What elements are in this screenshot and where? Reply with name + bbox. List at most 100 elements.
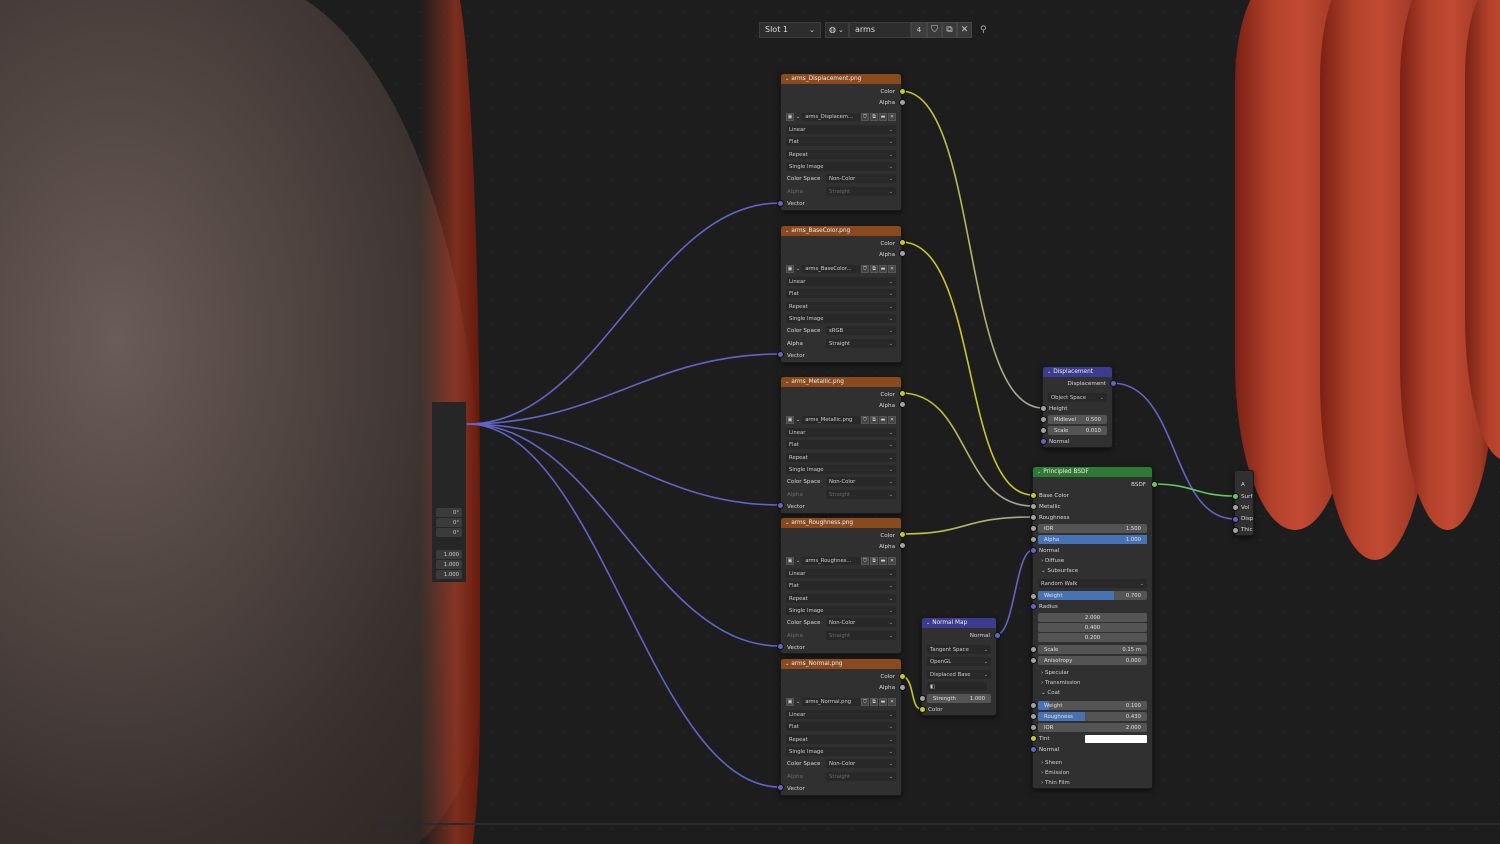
socket-alpha-in[interactable] [1030, 536, 1037, 543]
folder-icon[interactable]: ▬ [879, 697, 888, 706]
socket-midlevel[interactable] [1040, 416, 1047, 423]
color-space-dropdown[interactable]: Non-Color ⌄ [826, 477, 896, 486]
fake-user-shield-icon[interactable]: ⛉ [861, 264, 870, 273]
space-dropdown[interactable]: Tangent Space ⌄ [927, 645, 991, 654]
duplicate-icon[interactable]: ⧉ [870, 112, 879, 121]
image-texture-node[interactable]: ⌄ arms_Displacement.png Color Alpha ▣ ⌄ a… [780, 73, 902, 211]
interpolation-dropdown[interactable]: Linear ⌄ [786, 428, 896, 437]
socket-normal-in[interactable] [1030, 547, 1037, 554]
folder-icon[interactable]: ▬ [879, 556, 888, 565]
close-icon[interactable]: ✕ [888, 264, 896, 273]
socket-color[interactable] [899, 88, 906, 95]
alpha-mode-dropdown[interactable]: Straight ⌄ [826, 339, 896, 348]
image-selector[interactable]: ▣ ⌄ arms_BaseColor... ⛉ ⧉ ▬ ✕ [786, 264, 896, 273]
projection-dropdown[interactable]: Flat ⌄ [786, 440, 896, 449]
fake-user-shield-icon[interactable]: ⛉ [861, 556, 870, 565]
socket-alpha[interactable] [899, 250, 906, 257]
socket-subsurface-scale[interactable] [1030, 646, 1037, 653]
image-selector[interactable]: ▣ ⌄ arms_Displacem... ⛉ ⧉ ▬ ✕ [786, 112, 896, 121]
socket-ior[interactable] [1030, 525, 1037, 532]
socket-vector[interactable] [777, 502, 784, 509]
close-icon[interactable]: ✕ [888, 415, 896, 424]
fake-user-shield-icon[interactable]: ⛉ [861, 697, 870, 706]
folder-icon[interactable]: ▬ [879, 112, 888, 121]
socket-metallic[interactable] [1030, 503, 1037, 510]
alpha-mode-dropdown[interactable]: Straight ⌄ [826, 631, 896, 640]
thin-film-panel-toggle[interactable]: › Thin Film [1033, 778, 1152, 788]
radius-z-field[interactable]: 0.200 [1038, 633, 1147, 642]
socket-alpha[interactable] [899, 684, 906, 691]
color-space-dropdown[interactable]: Non-Color ⌄ [826, 759, 896, 768]
close-icon[interactable]: ✕ [888, 112, 896, 121]
coat-panel-toggle[interactable]: ⌄ Coat [1033, 688, 1152, 698]
duplicate-icon[interactable]: ⧉ [942, 21, 957, 38]
socket-vector[interactable] [777, 200, 784, 207]
source-dropdown[interactable]: Single Image ⌄ [786, 606, 896, 615]
socket-height[interactable] [1040, 405, 1047, 412]
ior-field[interactable]: IOR 1.500 [1038, 524, 1147, 533]
interpolation-dropdown[interactable]: Linear ⌄ [786, 569, 896, 578]
transmission-panel-toggle[interactable]: › Transmission [1033, 678, 1152, 688]
interpolation-dropdown[interactable]: Linear ⌄ [786, 125, 896, 134]
node-editor-canvas[interactable]: 0° 0° 0° 1.000 1.000 1.000 Slot 1 ⌄ ◍ ⌄ … [0, 0, 1500, 844]
interpolation-dropdown[interactable]: Linear ⌄ [786, 710, 896, 719]
socket-normal[interactable] [1040, 438, 1047, 445]
projection-dropdown[interactable]: Flat ⌄ [786, 289, 896, 298]
image-selector[interactable]: ▣ ⌄ arms_Metallic.png ⛉ ⧉ ▬ ✕ [786, 415, 896, 424]
subsurface-method-dropdown[interactable]: Random Walk ⌄ [1038, 579, 1147, 588]
radius-y-field[interactable]: 0.400 [1038, 623, 1147, 632]
socket-base-color[interactable] [1030, 492, 1037, 499]
subsurface-weight-field[interactable]: Weight 0.700 [1038, 591, 1147, 600]
convention-dropdown[interactable]: OpenGL ⌄ [927, 657, 991, 666]
duplicate-icon[interactable]: ⧉ [870, 697, 879, 706]
node-header[interactable]: ⌄ arms_Normal.png [781, 659, 901, 669]
coat-weight-field[interactable]: Weight 0.100 [1038, 701, 1147, 710]
radius-x-field[interactable]: 2.000 [1038, 613, 1147, 622]
anisotropy-field[interactable]: Anisotropy 0.000 [1038, 656, 1147, 665]
socket-normal-out[interactable] [994, 632, 1001, 639]
socket-alpha[interactable] [899, 401, 906, 408]
diffuse-panel-toggle[interactable]: › Diffuse [1033, 556, 1152, 566]
material-output-node[interactable]: A Surf Vol Disp Thic [1234, 470, 1254, 536]
socket-thickness-in[interactable] [1232, 527, 1239, 534]
socket-color[interactable] [899, 390, 906, 397]
principled-bsdf-node[interactable]: ⌄ Principled BSDF BSDF Base Color Metalli… [1032, 466, 1153, 789]
socket-scale[interactable] [1040, 427, 1047, 434]
socket-color[interactable] [899, 531, 906, 538]
coat-ior-field[interactable]: IOR 2.000 [1038, 723, 1147, 732]
image-texture-node[interactable]: ⌄ arms_BaseColor.png Color Alpha ▣ ⌄ arms… [780, 225, 902, 363]
socket-anisotropy[interactable] [1030, 657, 1037, 664]
fake-user-shield-icon[interactable]: ⛉ [861, 112, 870, 121]
extension-dropdown[interactable]: Repeat ⌄ [786, 302, 896, 311]
node-header[interactable]: ⌄ arms_BaseColor.png [781, 226, 901, 236]
extension-dropdown[interactable]: Repeat ⌄ [786, 453, 896, 462]
close-icon[interactable]: ✕ [888, 697, 896, 706]
base-dropdown[interactable]: Displaced Base ⌄ [927, 670, 991, 679]
color-space-dropdown[interactable]: sRGB ⌄ [826, 326, 896, 335]
space-dropdown[interactable]: Object Space ⌄ [1048, 393, 1107, 402]
user-count-button[interactable]: 4 [911, 21, 927, 38]
duplicate-icon[interactable]: ⧉ [870, 264, 879, 273]
socket-coat-roughness[interactable] [1030, 713, 1037, 720]
extension-dropdown[interactable]: Repeat ⌄ [786, 150, 896, 159]
node-header[interactable]: ⌄ Displacement [1043, 367, 1112, 377]
node-header[interactable]: ⌄ arms_Metallic.png [781, 377, 901, 387]
projection-dropdown[interactable]: Flat ⌄ [786, 137, 896, 146]
midlevel-field[interactable]: Midlevel 0.500 [1048, 415, 1107, 424]
node-header[interactable]: ⌄ arms_Roughness.png [781, 518, 901, 528]
socket-alpha[interactable] [899, 542, 906, 549]
alpha-mode-dropdown[interactable]: Straight ⌄ [826, 187, 896, 196]
alpha-mode-dropdown[interactable]: Straight ⌄ [826, 490, 896, 499]
extension-dropdown[interactable]: Repeat ⌄ [786, 735, 896, 744]
fake-user-shield-icon[interactable]: ⛉ [861, 415, 870, 424]
material-browse-button[interactable]: ◍ ⌄ [825, 21, 849, 38]
socket-volume-in[interactable] [1232, 504, 1239, 511]
source-dropdown[interactable]: Single Image ⌄ [786, 465, 896, 474]
coat-roughness-field[interactable]: Roughness 0.430 [1038, 712, 1147, 721]
slot-selector[interactable]: Slot 1 ⌄ [759, 21, 821, 38]
uv-map-selector[interactable]: ◧ [927, 682, 987, 691]
sheen-panel-toggle[interactable]: › Sheen [1033, 758, 1152, 768]
socket-tint[interactable] [1030, 735, 1037, 742]
socket-roughness[interactable] [1030, 514, 1037, 521]
interpolation-dropdown[interactable]: Linear ⌄ [786, 277, 896, 286]
